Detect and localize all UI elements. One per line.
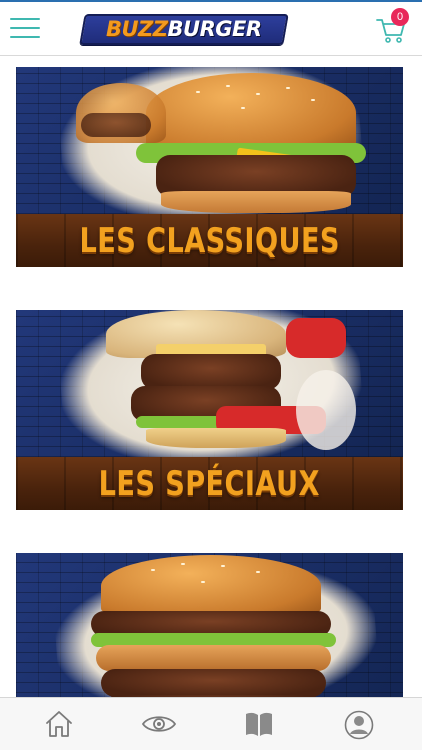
menu-line xyxy=(10,36,40,38)
nav-menu[interactable] xyxy=(206,698,311,750)
menu-line xyxy=(10,27,40,29)
app-header: BUZZBURGER 0 xyxy=(0,0,422,56)
menu-line xyxy=(10,18,40,20)
burger-illustration xyxy=(96,310,376,457)
home-icon xyxy=(45,711,72,737)
logo-text: BUZZBURGER xyxy=(106,17,262,41)
buzzburger-logo[interactable]: BUZZBURGER xyxy=(79,14,289,45)
bottom-nav xyxy=(0,697,422,750)
category-image-classiques xyxy=(16,67,403,232)
app-screen: BUZZBURGER 0 LES CLASSIQUES LES SPÉCIAUX xyxy=(0,0,422,750)
logo-buzz: BUZZ xyxy=(106,17,168,41)
category-image-3 xyxy=(16,553,403,697)
category-card-classiques[interactable]: LES CLASSIQUES xyxy=(16,67,403,267)
category-title: LES SPÉCIAUX xyxy=(98,463,321,504)
cart-count-badge: 0 xyxy=(391,8,409,26)
user-icon xyxy=(344,710,373,740)
category-title: LES CLASSIQUES xyxy=(79,220,340,261)
book-icon xyxy=(245,712,272,736)
burger-illustration xyxy=(76,73,376,213)
cart-button[interactable]: 0 xyxy=(376,8,412,46)
category-list: LES CLASSIQUES LES SPÉCIAUX xyxy=(0,57,422,697)
nav-view[interactable] xyxy=(106,698,211,750)
burger-illustration xyxy=(91,555,351,697)
eye-icon xyxy=(141,716,176,732)
category-card-3[interactable] xyxy=(16,553,403,697)
logo-burger: BURGER xyxy=(167,17,262,41)
category-banner: LES SPÉCIAUX xyxy=(16,457,403,510)
hamburger-menu-icon[interactable] xyxy=(10,16,40,40)
category-card-speciaux[interactable]: LES SPÉCIAUX xyxy=(16,310,403,510)
category-image-speciaux xyxy=(16,310,403,475)
nav-account[interactable] xyxy=(306,698,411,750)
category-banner: LES CLASSIQUES xyxy=(16,214,403,267)
nav-home[interactable] xyxy=(6,698,111,750)
